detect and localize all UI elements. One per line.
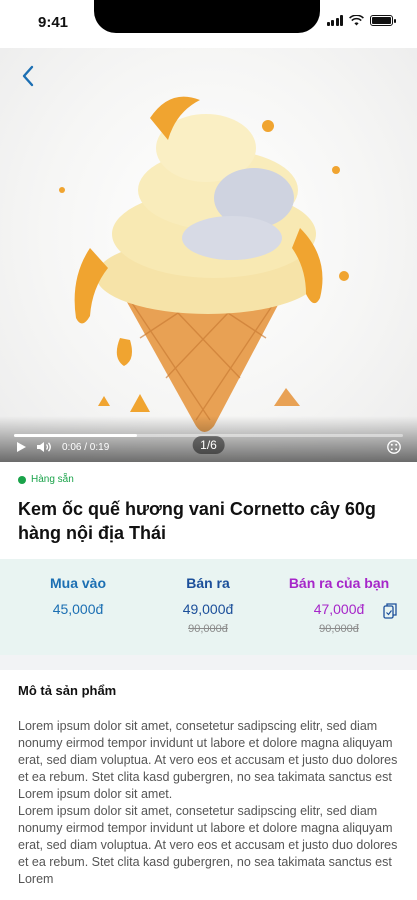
section-divider (0, 655, 417, 670)
battery-icon (370, 15, 396, 26)
buy-price-column: Mua vào 45,000đ (18, 575, 138, 617)
sell-price-column: Bán ra 49,000đ 90,000đ (148, 575, 268, 635)
copy-icon[interactable] (383, 603, 397, 619)
sell-old-price: 90,000đ (188, 623, 228, 635)
description-paragraph: Lorem ipsum dolor sit amet, consetetur s… (18, 804, 398, 886)
status-icons (326, 15, 396, 26)
signal-icon (326, 15, 343, 26)
back-arrow-icon (22, 65, 34, 87)
your-sell-price-column: Bán ra của bạn 47,000đ 90,000đ (279, 575, 399, 635)
buy-price-value: 45,000đ (52, 601, 104, 617)
volume-icon[interactable] (36, 441, 52, 453)
video-time: 0:06 / 0:19 (62, 442, 110, 453)
status-time: 9:41 (38, 14, 69, 31)
description-paragraph: Lorem ipsum dolor sit amet, consetetur s… (18, 719, 398, 801)
description-title: Mô tả sản phẩm (18, 683, 117, 698)
stock-dot-icon (18, 475, 26, 484)
your-sell-price-label: Bán ra của bạn (288, 575, 390, 591)
ice-cream-image (59, 96, 349, 432)
play-icon[interactable] (16, 441, 27, 453)
status-bar: 9:41 (0, 0, 417, 48)
sell-price-value: 49,000đ (182, 601, 234, 617)
fullscreen-icon[interactable] (387, 440, 401, 454)
media-counter: 1/6 (192, 436, 225, 454)
device-notch (94, 0, 320, 33)
back-button[interactable] (10, 58, 46, 94)
product-media[interactable]: 0:06 / 0:19 1/6 (0, 48, 417, 462)
price-panel: Mua vào 45,000đ Bán ra 49,000đ 90,000đ B… (0, 559, 417, 655)
product-title: Kem ốc quế hương vani Cornetto cây 60g h… (18, 499, 376, 543)
buy-price-label: Mua vào (49, 575, 106, 591)
stock-label: Hàng sẵn (31, 474, 74, 485)
description-body: Lorem ipsum dolor sit amet, consetetur s… (18, 718, 400, 888)
video-progress-fill (14, 434, 137, 437)
your-sell-price-value: 47,000đ (313, 601, 365, 617)
your-sell-old-price: 90,000đ (319, 623, 359, 635)
wifi-icon (349, 15, 364, 26)
sell-price-label: Bán ra (186, 575, 230, 591)
stock-status: Hàng sẵn (18, 474, 74, 485)
